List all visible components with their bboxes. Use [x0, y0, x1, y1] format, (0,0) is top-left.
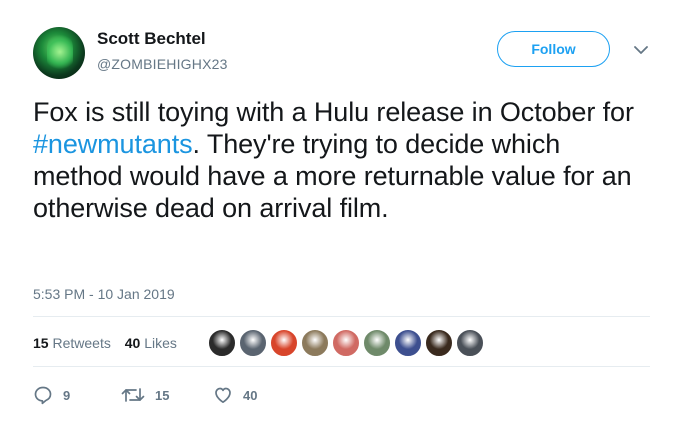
retweets-label: Retweets: [52, 335, 111, 351]
hashtag-link[interactable]: #newmutants: [33, 129, 193, 159]
tweet-card: Scott Bechtel @ZOMBIEHIGHX23 Follow Fox …: [0, 0, 682, 435]
retweet-icon: [121, 388, 145, 402]
likes-count: 40: [124, 335, 141, 351]
follow-button[interactable]: Follow: [497, 31, 610, 67]
retweets-stat[interactable]: 15 Retweets: [33, 335, 111, 351]
tweet-stats: 15 Retweets 40 Likes: [33, 335, 187, 351]
tweet-timestamp[interactable]: 5:53 PM - 10 Jan 2019: [33, 286, 175, 302]
user-handle[interactable]: @ZOMBIEHIGHX23: [97, 56, 228, 72]
likes-label: Likes: [144, 335, 177, 351]
display-name[interactable]: Scott Bechtel: [97, 29, 206, 49]
liker-avatar[interactable]: [207, 328, 237, 358]
like-count: 40: [243, 387, 258, 403]
reply-button[interactable]: 9: [33, 384, 70, 406]
liker-avatar[interactable]: [269, 328, 299, 358]
likes-stat[interactable]: 40 Likes: [125, 335, 177, 351]
avatar[interactable]: [33, 27, 85, 79]
heart-icon: [215, 387, 231, 404]
liker-avatar[interactable]: [393, 328, 423, 358]
divider: [33, 366, 650, 367]
liker-avatar[interactable]: [238, 328, 268, 358]
liker-avatar[interactable]: [455, 328, 485, 358]
liker-avatar[interactable]: [362, 328, 392, 358]
retweets-count: 15: [33, 335, 49, 351]
retweet-button[interactable]: 15: [121, 384, 169, 406]
avatar-image: [47, 33, 73, 71]
chevron-down-icon[interactable]: [633, 44, 649, 56]
like-button[interactable]: 40: [213, 384, 257, 406]
liker-avatar[interactable]: [424, 328, 454, 358]
reply-count: 9: [63, 387, 71, 403]
divider: [33, 316, 650, 317]
liker-avatar[interactable]: [300, 328, 330, 358]
retweet-count: 15: [155, 387, 170, 403]
tweet-text: Fox is still toying with a Hulu release …: [33, 96, 653, 224]
liker-avatar[interactable]: [331, 328, 361, 358]
tweet-text-part: Fox is still toying with a Hulu release …: [33, 97, 634, 127]
reply-icon: [34, 386, 52, 405]
